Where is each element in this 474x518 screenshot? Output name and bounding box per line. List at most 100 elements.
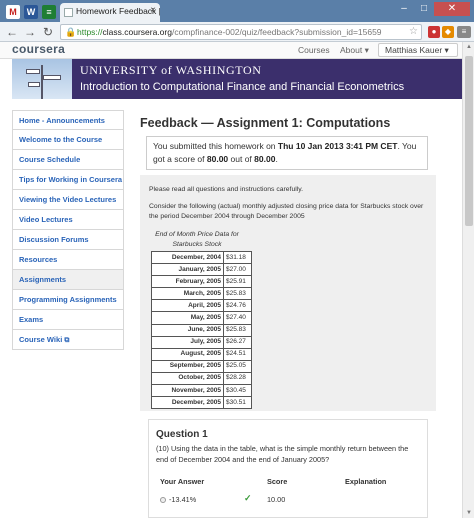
page-scrollbar[interactable]: ▲ ▼ xyxy=(462,42,474,518)
answer-row: -13.41% ✓ 10.00 xyxy=(156,493,420,507)
word-pinned-tab-icon[interactable]: W xyxy=(24,5,38,19)
price-value: $25.05 xyxy=(223,359,252,373)
price-value: $30.51 xyxy=(223,396,252,410)
reload-icon[interactable]: ↻ xyxy=(40,24,56,40)
active-browser-tab[interactable]: Homework Feedback | Int × xyxy=(60,3,160,22)
price-value: $25.83 xyxy=(223,287,252,301)
sidebar-item-assignments[interactable]: Assignments xyxy=(12,270,124,290)
instructions-intro: Please read all questions and instructio… xyxy=(149,186,304,193)
sidebar-item-programming[interactable]: Programming Assignments xyxy=(12,290,124,310)
price-date: December, 2005 xyxy=(151,396,224,410)
answer-score: 10.00 xyxy=(267,495,286,504)
sidebar-item-resources[interactable]: Resources xyxy=(12,250,124,270)
price-value: $24.51 xyxy=(223,347,252,361)
price-row: June, 2005 $25.83 xyxy=(151,323,252,337)
forward-arrow-icon[interactable]: → xyxy=(22,24,38,40)
sidebar-item-welcome[interactable]: Welcome to the Course xyxy=(12,130,124,150)
sidebar-item-wiki[interactable]: Course Wiki ⧉ xyxy=(12,330,124,350)
signpost-image xyxy=(12,59,72,99)
sidebar-item-tips[interactable]: Tips for Working in Coursera xyxy=(12,170,124,190)
close-window-button[interactable]: ✕ xyxy=(434,2,470,16)
menu-icon[interactable]: ≡ xyxy=(457,26,471,38)
course-sidebar: Home - Announcements Welcome to the Cour… xyxy=(12,110,124,350)
scroll-thumb[interactable] xyxy=(465,56,473,226)
notice-text: You submitted this homework on xyxy=(153,141,278,151)
page-favicon-icon xyxy=(64,8,73,17)
back-arrow-icon[interactable]: ← xyxy=(4,24,20,40)
scroll-up-icon[interactable]: ▲ xyxy=(463,42,474,52)
notice-text-end: . xyxy=(275,154,278,164)
sidebar-item-viewing-videos[interactable]: Viewing the Video Lectures xyxy=(12,190,124,210)
course-title[interactable]: Introduction to Computational Finance an… xyxy=(80,81,404,93)
sidebar-item-exams[interactable]: Exams xyxy=(12,310,124,330)
nav-courses-link[interactable]: Courses xyxy=(298,45,330,55)
price-value: $31.18 xyxy=(223,250,252,265)
extension-orange-icon[interactable]: ◆ xyxy=(442,26,454,38)
price-value: $24.76 xyxy=(223,299,252,313)
price-date: February, 2005 xyxy=(151,275,224,289)
window-controls: – □ ✕ xyxy=(394,2,470,16)
header-score: Score xyxy=(267,477,288,486)
scroll-down-icon[interactable]: ▼ xyxy=(463,508,474,518)
price-date: November, 2005 xyxy=(151,384,224,398)
price-row: May, 2005 $27.40 xyxy=(151,311,252,325)
question-text: (10) Using the data in the table, what i… xyxy=(156,444,409,464)
instructions-context: Consider the following (actual) monthly … xyxy=(149,203,424,220)
address-bar[interactable]: 🔒 https://class.coursera.org/compfinance… xyxy=(60,24,422,40)
price-date: July, 2005 xyxy=(151,335,224,349)
minimize-button[interactable]: – xyxy=(394,2,414,16)
sidebar-item-video-lectures[interactable]: Video Lectures xyxy=(12,210,124,230)
user-menu-button[interactable]: Matthias Kauer ▾ xyxy=(378,43,458,57)
maximize-button[interactable]: □ xyxy=(414,2,434,16)
bookmark-star-icon[interactable]: ☆ xyxy=(409,25,418,39)
table-caption: End of Month Price Data for Starbucks St… xyxy=(155,231,239,248)
price-date: January, 2005 xyxy=(151,263,224,277)
sidebar-item-forums[interactable]: Discussion Forums xyxy=(12,230,124,250)
price-date: October, 2005 xyxy=(151,371,224,386)
price-row: September, 2005 $25.05 xyxy=(151,359,252,373)
url-host: class.coursera.org xyxy=(102,27,172,37)
instructions-box: Please read all questions and instructio… xyxy=(140,175,436,411)
price-value: $25.83 xyxy=(223,323,252,337)
url-path: /compfinance-002/quiz/feedback?submissio… xyxy=(171,27,382,37)
submission-notice: You submitted this homework on Thu 10 Ja… xyxy=(146,136,428,170)
price-row: March, 2005 $25.83 xyxy=(151,287,252,301)
score-value: 80.00 xyxy=(206,154,229,164)
price-row: November, 2005 $30.45 xyxy=(151,384,252,398)
university-name: UNIVERSITY of WASHINGTON xyxy=(80,63,262,77)
coursera-topbar: coursera Courses About ▾ Matthias Kauer … xyxy=(0,42,462,59)
nav-about-link[interactable]: About ▾ xyxy=(340,45,369,56)
tab-close-icon[interactable]: × xyxy=(150,5,156,16)
gmail-pinned-tab-icon[interactable]: M xyxy=(6,5,20,19)
price-value: $30.45 xyxy=(223,384,252,398)
radio-selected-icon xyxy=(160,497,166,504)
sidebar-item-wiki-label: Course Wiki xyxy=(19,335,63,344)
price-date: September, 2005 xyxy=(151,359,224,373)
sheets-pinned-tab-icon[interactable]: ≡ xyxy=(42,5,56,19)
price-date: December, 2004 xyxy=(151,250,224,265)
lock-icon: 🔒 xyxy=(65,27,77,37)
extension-icon[interactable]: ● xyxy=(428,26,440,38)
header-your-answer: Your Answer xyxy=(160,477,205,486)
price-row: July, 2005 $26.27 xyxy=(151,335,252,349)
price-row: October, 2005 $28.28 xyxy=(151,371,252,386)
price-date: May, 2005 xyxy=(151,311,224,325)
score-total: 80.00 xyxy=(254,154,276,164)
price-value: $27.00 xyxy=(223,263,252,277)
sidebar-item-schedule[interactable]: Course Schedule xyxy=(12,150,124,170)
answer-cell: -13.41% xyxy=(160,495,196,504)
sidebar-item-home[interactable]: Home - Announcements xyxy=(12,110,124,130)
price-row: December, 2005 $30.51 xyxy=(151,396,252,410)
answer-value: -13.41% xyxy=(169,495,197,504)
price-row: August, 2005 $24.51 xyxy=(151,347,252,361)
page-title: Feedback — Assignment 1: Computations xyxy=(140,116,391,130)
browser-toolbar: ← → ↻ 🔒 https://class.coursera.org/compf… xyxy=(0,22,474,42)
price-value: $28.28 xyxy=(223,371,252,386)
price-value: $27.40 xyxy=(223,311,252,325)
answer-table-header: Your Answer Score Explanation xyxy=(156,477,420,489)
question-1-card: Question 1 (10) Using the data in the ta… xyxy=(148,419,428,518)
price-value: $25.91 xyxy=(223,275,252,289)
price-table: December, 2004 $31.18 January, 2005 $27.00 F… xyxy=(151,250,252,410)
coursera-logo[interactable]: coursera xyxy=(12,42,65,56)
price-row: April, 2005 $24.76 xyxy=(151,299,252,313)
